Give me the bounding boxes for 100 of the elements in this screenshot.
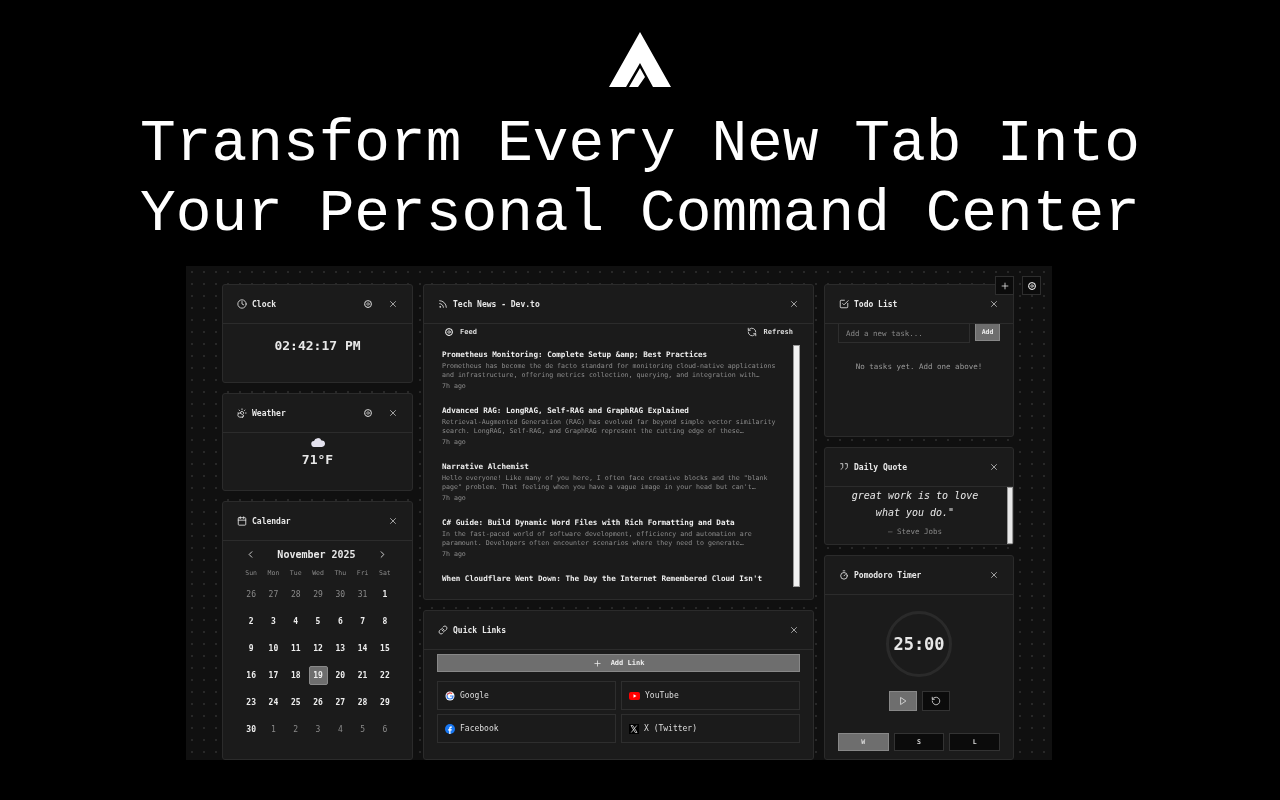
calendar-day[interactable]: 3 [308, 720, 328, 739]
widget-title: Todo List [854, 299, 899, 309]
cloud-icon [310, 438, 325, 447]
calendar-day[interactable]: 17 [263, 666, 283, 685]
reset-button[interactable] [921, 691, 950, 711]
close-icon [989, 462, 999, 472]
calendar-day[interactable]: 9 [241, 639, 261, 658]
calendar-day[interactable]: 21 [353, 666, 373, 685]
close-button[interactable] [989, 462, 999, 472]
calendar-day[interactable]: 31 [353, 585, 373, 604]
plus-icon [999, 280, 1010, 291]
close-button[interactable] [388, 516, 398, 526]
calendar-day[interactable]: 28 [353, 693, 373, 712]
calendar-day[interactable]: 19 [308, 666, 328, 685]
close-icon [388, 516, 398, 526]
calendar-day[interactable]: 27 [330, 693, 350, 712]
gear-icon [444, 327, 454, 337]
ring-icon [445, 690, 455, 701]
close-button[interactable] [388, 299, 398, 309]
calendar-day[interactable]: 4 [286, 612, 306, 631]
calendar-day[interactable]: 14 [353, 639, 373, 658]
widget-title: Calendar [252, 516, 292, 526]
calendar-day[interactable]: 23 [241, 693, 261, 712]
close-icon [388, 408, 398, 418]
close-button[interactable] [989, 299, 999, 309]
timer-icon [839, 570, 849, 580]
calendar-day[interactable]: 22 [375, 666, 395, 685]
calendar-day[interactable]: 5 [353, 720, 373, 739]
calendar-day[interactable]: 20 [330, 666, 350, 685]
calendar-day[interactable]: 6 [330, 612, 350, 631]
play-icon [629, 691, 640, 700]
calendar-day[interactable]: 2 [286, 720, 306, 739]
play-button[interactable] [888, 691, 917, 711]
settings-button[interactable] [363, 299, 373, 309]
rss-icon [438, 299, 448, 309]
calendar-day[interactable]: 2 [241, 612, 261, 631]
close-button[interactable] [789, 299, 799, 309]
calendar-day[interactable]: 30 [241, 720, 261, 739]
calendar-day[interactable]: 15 [375, 639, 395, 658]
quick-link[interactable]: Facebook [437, 714, 616, 743]
calendar-day[interactable]: 3 [263, 612, 283, 631]
quick-link[interactable]: X (Twitter) [621, 714, 800, 743]
calendar-day[interactable]: 28 [286, 585, 306, 604]
calendar-month: November 2025 [277, 549, 356, 560]
gear-icon [1026, 280, 1037, 291]
calendar-day[interactable]: 11 [286, 639, 306, 658]
calendar-day[interactable]: 27 [263, 585, 283, 604]
close-button[interactable] [789, 625, 799, 635]
settings-button[interactable] [363, 408, 373, 418]
gear-icon [363, 408, 373, 418]
close-icon [989, 570, 999, 580]
headline: Your Personal Command Center [140, 179, 1140, 249]
calendar-day[interactable]: 6 [375, 720, 395, 739]
clock-icon [237, 299, 247, 309]
calendar-day[interactable]: 30 [330, 585, 350, 604]
calendar-day[interactable]: 29 [375, 693, 395, 712]
settings-button[interactable] [1022, 276, 1041, 295]
calendar-icon [237, 516, 247, 526]
widget-title: Quick Links [453, 625, 507, 635]
reset-icon [930, 696, 941, 706]
calendar-day[interactable]: 26 [241, 585, 261, 604]
calendar-day[interactable]: 12 [308, 639, 328, 658]
plus-icon [592, 658, 602, 668]
timer-time: 25:00 [893, 634, 945, 654]
clock-time: 02:42:17 PM [274, 338, 361, 353]
quick-link[interactable]: YouTube [621, 681, 800, 710]
calendar-day[interactable]: 4 [330, 720, 350, 739]
headline: Transform Every New Tab Into [140, 109, 1140, 179]
widget-title: Tech News - Dev.to [453, 299, 541, 309]
logo-icon [609, 32, 671, 87]
calendar-day[interactable]: 5 [308, 612, 328, 631]
calendar-day[interactable]: 7 [353, 612, 373, 631]
calendar-day[interactable]: 18 [286, 666, 306, 685]
quick-link[interactable]: Google [437, 681, 616, 710]
calendar-day[interactable]: 16 [241, 666, 261, 685]
close-icon [789, 625, 799, 635]
close-button[interactable] [989, 570, 999, 580]
close-button[interactable] [388, 408, 398, 418]
temperature: 71°F [301, 452, 334, 467]
close-icon [388, 299, 398, 309]
checkbox-icon [839, 299, 849, 309]
add-widget-button[interactable] [995, 276, 1014, 295]
quote-text: great work is to love [850, 489, 980, 503]
scrollbar[interactable] [1007, 487, 1013, 544]
calendar-day[interactable]: 25 [286, 693, 306, 712]
scrollbar[interactable] [793, 345, 800, 587]
calendar-day[interactable]: 1 [375, 585, 395, 604]
widget-title: Clock [252, 299, 278, 309]
calendar-day[interactable]: 13 [330, 639, 350, 658]
calendar-day[interactable]: 26 [308, 693, 328, 712]
calendar-day[interactable]: 29 [308, 585, 328, 604]
widget-title: Daily Quote [854, 462, 908, 472]
calendar-day[interactable]: 10 [263, 639, 283, 658]
calendar-day[interactable]: 24 [263, 693, 283, 712]
calendar-day[interactable]: 8 [375, 612, 395, 631]
play-icon [897, 696, 908, 706]
calendar-day[interactable]: 1 [263, 720, 283, 739]
close-icon [989, 299, 999, 309]
quote-icon [839, 462, 849, 472]
close-icon [789, 299, 799, 309]
